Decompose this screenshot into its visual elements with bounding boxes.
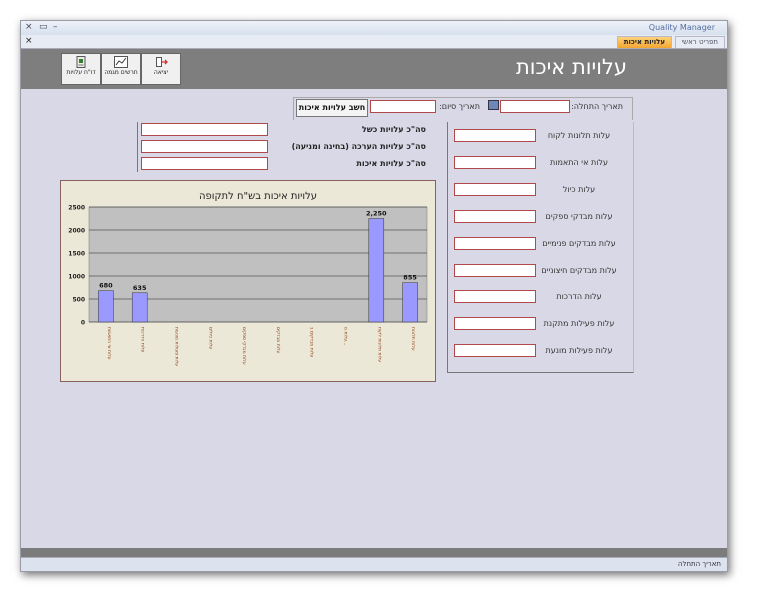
chart-bar bbox=[368, 218, 385, 323]
chart-x-tick-label: עלות הדרכות bbox=[140, 327, 145, 353]
end-date-label: תאריך סיום: bbox=[439, 102, 480, 111]
chart-x-tick-label: עלות מבדקי ספקים bbox=[241, 327, 246, 365]
cost-field-3[interactable] bbox=[454, 210, 536, 223]
chart-x-tick-label: עלות כיולים bbox=[207, 327, 212, 349]
total-appraisal-costs-label: סה"כ עלויות הערכה (בחינה ומניעה) bbox=[291, 142, 426, 151]
total-appraisal-costs-field[interactable] bbox=[141, 140, 268, 153]
end-date-input[interactable] bbox=[370, 100, 436, 113]
cost-field-label-7: עלות פעילות מתקנת bbox=[543, 319, 615, 328]
chart-title: עלויות איכות בש"ח לתקופה bbox=[199, 191, 317, 202]
chart-y-tick-label: 2000 bbox=[68, 228, 85, 235]
chart-x-tick-label: עלות מ... bbox=[343, 327, 348, 345]
title-bar: × ▭ – Quality Manager bbox=[21, 21, 727, 35]
page-title: עלויות איכות bbox=[515, 55, 627, 79]
cost-field-label-3: עלות מבדקי ספקים bbox=[545, 212, 613, 221]
quality-costs-chart-svg: עלויות איכות בש"ח לתקופה 0 500 1000 1500 2000… bbox=[68, 191, 428, 366]
cost-report-button-label: דו"ח עלויות bbox=[66, 69, 96, 76]
status-bar: תאריך התחלה bbox=[21, 557, 727, 571]
status-strip bbox=[21, 548, 727, 557]
page-header: יציאה תרשים מגמה דו"ח עלויות עלויות איכו… bbox=[21, 49, 727, 89]
total-failure-costs-label: סה"כ עלויות כשל bbox=[361, 125, 426, 134]
chart-data-label: 680 bbox=[99, 282, 113, 290]
cost-report-button[interactable]: דו"ח עלויות bbox=[61, 53, 101, 85]
total-failure-costs-field[interactable] bbox=[141, 123, 268, 136]
trend-chart-button-label: תרשים מגמה bbox=[104, 69, 138, 76]
app-window: × ▭ – Quality Manager × עלויות איכות תפר… bbox=[20, 20, 728, 572]
minimize-window-icon[interactable]: – bbox=[53, 22, 58, 32]
chart-bar bbox=[131, 292, 148, 323]
cost-field-5[interactable] bbox=[454, 264, 536, 277]
quality-costs-chart: עלויות איכות בש"ח לתקופה 0 500 1000 1500 2000… bbox=[60, 180, 436, 382]
start-date-label: תאריך התחלה: bbox=[571, 102, 623, 111]
calendar-icon[interactable] bbox=[488, 100, 499, 110]
chart-y-tick-label: 2500 bbox=[68, 205, 85, 212]
cost-field-label-2: עלות כיול bbox=[562, 185, 596, 194]
tab-main-menu[interactable]: תפריט ראשי bbox=[674, 36, 725, 48]
app-title: Quality Manager bbox=[648, 23, 715, 32]
cost-field-label-5: עלות מבדקים חיצוניים bbox=[541, 266, 617, 275]
exit-button[interactable]: יציאה bbox=[141, 53, 181, 85]
chart-data-label: 855 bbox=[403, 274, 417, 282]
chart-y-tick-label: 500 bbox=[72, 297, 85, 304]
chart-x-tick-label: עלות אי התאמות bbox=[106, 327, 111, 360]
chart-bar bbox=[98, 290, 114, 323]
chart-y-tick-label: 1500 bbox=[68, 251, 85, 258]
trend-chart-button[interactable]: תרשים מגמה bbox=[101, 53, 141, 85]
cost-field-label-8: עלות פעילות מונעת bbox=[545, 346, 613, 355]
chart-x-tick-label: עלות תלונות bbox=[410, 327, 415, 351]
cost-field-2[interactable] bbox=[454, 183, 536, 196]
chart-data-label: 635 bbox=[133, 284, 147, 292]
chart-y-tick-label: 1000 bbox=[68, 274, 85, 281]
total-quality-costs-label: סה"כ עלויות איכות bbox=[356, 159, 426, 168]
close-tab-icon[interactable]: × bbox=[25, 36, 33, 46]
chart-bar bbox=[402, 282, 418, 323]
cost-field-label-0: עלות תלונות לקוח bbox=[547, 131, 611, 140]
trend-chart-icon bbox=[114, 56, 128, 68]
cost-field-0[interactable] bbox=[454, 129, 536, 142]
close-window-icon[interactable]: × bbox=[25, 22, 33, 32]
calculate-quality-costs-button[interactable]: חשב עלויות איכות bbox=[296, 99, 368, 117]
chart-x-tick-label: עלות פעולות מונעות bbox=[174, 327, 179, 366]
tab-bar: × עלויות איכות תפריט ראשי bbox=[21, 35, 727, 49]
total-quality-costs-field[interactable] bbox=[141, 157, 268, 170]
restore-window-icon[interactable]: ▭ bbox=[39, 22, 48, 32]
cost-field-6[interactable] bbox=[454, 290, 536, 303]
cost-field-label-1: עלות אי התאמות bbox=[550, 158, 608, 167]
start-date-input[interactable] bbox=[500, 100, 570, 113]
cost-field-label-4: עלות מבדקים פנימיים bbox=[542, 239, 616, 248]
cost-field-4[interactable] bbox=[454, 237, 536, 250]
report-icon bbox=[76, 56, 86, 68]
chart-x-tick-label: עלות מבדקים ב bbox=[309, 327, 314, 358]
chart-x-tick-label: עלות תלונות לקוח bbox=[376, 327, 381, 362]
status-text: תאריך התחלה bbox=[677, 560, 721, 568]
chart-x-tick-label: עלות מבדקים bbox=[275, 327, 280, 353]
chart-y-tick-label: 0 bbox=[81, 320, 85, 327]
cost-field-7[interactable] bbox=[454, 317, 536, 330]
exit-button-label: יציאה bbox=[153, 69, 169, 76]
exit-icon bbox=[156, 57, 168, 67]
cost-field-label-6: עלות הדרכות bbox=[556, 292, 602, 301]
tab-quality-costs[interactable]: עלויות איכות bbox=[616, 36, 672, 48]
cost-field-1[interactable] bbox=[454, 156, 536, 169]
cost-field-8[interactable] bbox=[454, 344, 536, 357]
chart-data-label: 2,250 bbox=[366, 210, 387, 218]
